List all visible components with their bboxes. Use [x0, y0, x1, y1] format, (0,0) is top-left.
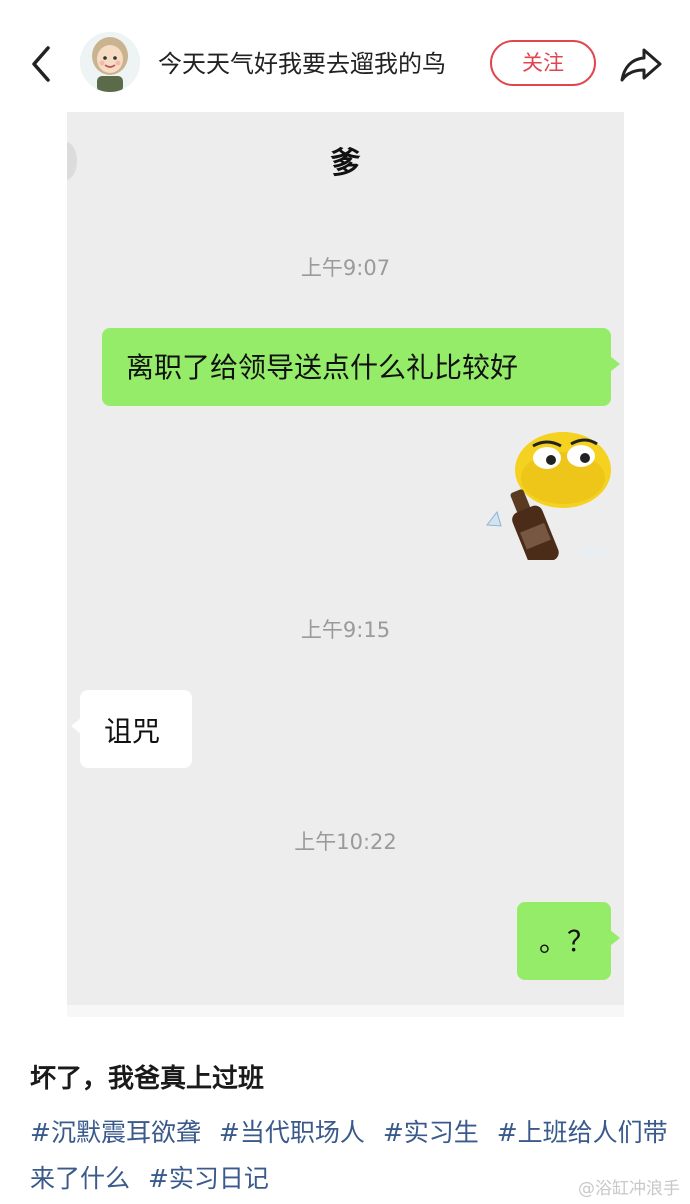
- outgoing-message: 。？: [517, 902, 620, 980]
- chat-input-edge: [67, 1005, 624, 1017]
- chat-title: 爹: [330, 146, 361, 181]
- hashtag[interactable]: #实习日记: [148, 1164, 269, 1193]
- hashtag[interactable]: #实习生: [383, 1118, 479, 1147]
- share-button[interactable]: [616, 40, 666, 88]
- follow-button[interactable]: 关注: [490, 40, 596, 86]
- back-button[interactable]: [24, 40, 64, 88]
- share-arrow-icon: [620, 48, 662, 82]
- smiley-with-bottle-sticker: [485, 430, 615, 567]
- outgoing-message: 离职了给领导送点什么礼比较好: [102, 328, 620, 406]
- top-bar: 今天天气好我要去遛我的鸟 关注: [0, 0, 690, 125]
- timestamp: 上午10:22: [294, 830, 397, 854]
- username[interactable]: 今天天气好我要去遛我的鸟: [158, 44, 446, 79]
- timestamp: 上午9:15: [300, 618, 391, 642]
- hashtag[interactable]: #沉默震耳欲聋: [30, 1118, 201, 1147]
- incoming-message: 诅咒: [71, 690, 192, 768]
- chat-header: 爹: [67, 112, 624, 212]
- post-title: 坏了，我爸真上过班: [30, 1064, 265, 1094]
- hashtag[interactable]: #当代职场人: [219, 1118, 365, 1147]
- timestamp: 上午9:07: [300, 256, 391, 280]
- chat-screenshot: 爹 上午9:07 离职了给领导送点什么礼比较好 上午9:15 诅咒 上午10:2…: [67, 112, 624, 1017]
- avatar[interactable]: [80, 32, 140, 92]
- avatar-icon: [80, 32, 140, 92]
- hashtag-list: #沉默震耳欲聋 #当代职场人 #实习生 #上班给人们带来了什么 #实习日记: [30, 1110, 670, 1202]
- watermark: @浴缸冲浪手: [578, 1179, 680, 1199]
- chevron-left-icon: [32, 46, 50, 82]
